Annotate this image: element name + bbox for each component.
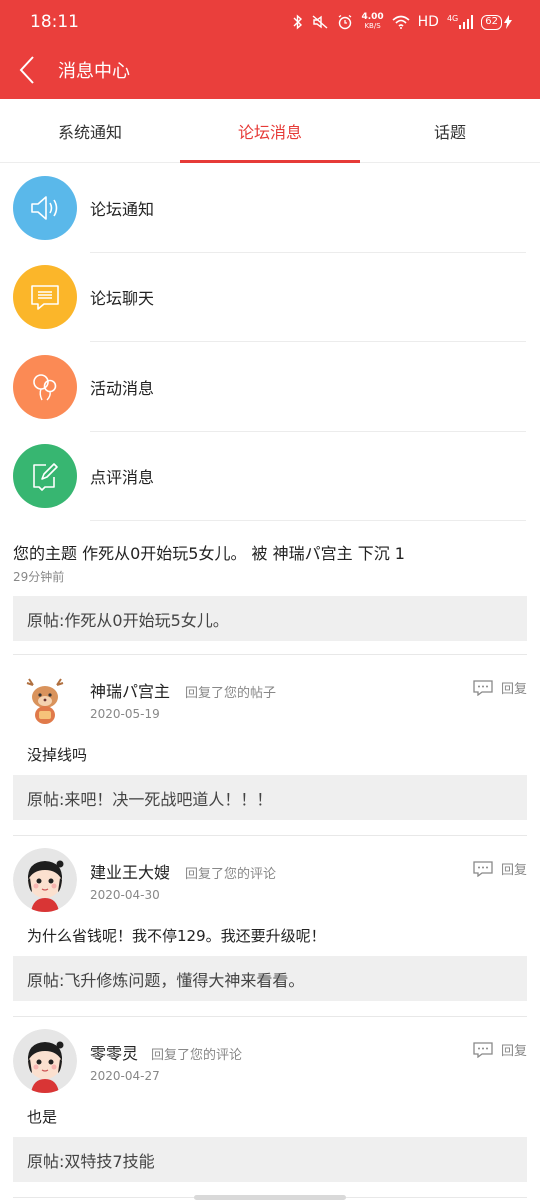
comment-date: 2020-04-30 bbox=[90, 888, 160, 902]
category-item-forum-notice[interactable]: 论坛通知 bbox=[0, 163, 540, 253]
reply-button[interactable]: 回复 bbox=[473, 1040, 527, 1059]
comment-icon bbox=[473, 1041, 493, 1058]
category-label: 点评消息 bbox=[90, 468, 155, 488]
original-post-box[interactable]: 原帖:飞升修炼问题，懂得大神来看看。 bbox=[13, 956, 527, 1001]
edit-icon bbox=[13, 444, 77, 509]
deer-avatar-icon bbox=[13, 667, 77, 731]
category-label: 论坛通知 bbox=[90, 199, 155, 219]
avatar[interactable] bbox=[13, 667, 77, 731]
comment-action: 回复了您的评论 bbox=[151, 1048, 243, 1063]
comment-author[interactable]: 零零灵 bbox=[90, 1040, 138, 1064]
category-list: 论坛通知 论坛聊天 活动消息 点评消息 bbox=[0, 163, 540, 521]
top-bar: 18:11 4.00 KB/S HD 4G 62 消息中心 bbox=[0, 0, 540, 99]
tab-system-notice[interactable]: 系统通知 bbox=[0, 99, 180, 163]
status-bar: 18:11 4.00 KB/S HD 4G 62 bbox=[0, 0, 540, 44]
tab-bar: 系统通知 论坛消息 话题 bbox=[0, 99, 540, 163]
comment-author[interactable]: 神瑞パ宫主 bbox=[90, 678, 170, 702]
original-post-box[interactable]: 原帖:作死从0开始玩5女儿。 bbox=[13, 596, 527, 641]
comment-date: 2020-05-19 bbox=[90, 707, 160, 721]
original-post-box[interactable]: 原帖:来吧！决一死战吧道人！！！ bbox=[13, 775, 527, 820]
reply-button[interactable]: 回复 bbox=[473, 678, 527, 697]
original-post-box[interactable]: 原帖:双特技7技能 bbox=[13, 1137, 527, 1182]
list-item[interactable]: 建业王大嫂 回复了您的评论 2020-04-30 回复 为什么省钱呢！我不停12… bbox=[0, 836, 540, 1016]
tab-topics[interactable]: 话题 bbox=[360, 99, 540, 163]
category-label: 活动消息 bbox=[90, 378, 155, 398]
mute-icon bbox=[311, 14, 329, 30]
reply-label: 回复 bbox=[500, 863, 527, 878]
comment-icon bbox=[473, 860, 493, 877]
comment-author[interactable]: 建业王大嫂 bbox=[90, 859, 170, 883]
chat-icon bbox=[13, 265, 77, 330]
category-label: 论坛聊天 bbox=[90, 289, 155, 309]
comment-body: 也是 bbox=[27, 1108, 58, 1126]
charging-icon bbox=[504, 15, 512, 29]
avatar[interactable] bbox=[13, 848, 77, 912]
notice-text: 您的主题 作死从0开始玩5女儿。 被 神瑞パ宫主 下沉 1 bbox=[13, 544, 405, 563]
category-item-activity[interactable]: 活动消息 bbox=[0, 342, 540, 432]
list-item[interactable]: 零零灵 回复了您的评论 2020-04-27 回复 也是 原帖:双特技7技能 bbox=[0, 1017, 540, 1197]
comment-action: 回复了您的评论 bbox=[185, 867, 277, 882]
status-time: 18:11 bbox=[30, 12, 79, 32]
girl-avatar-icon bbox=[13, 1029, 77, 1093]
page-title: 消息中心 bbox=[58, 61, 130, 82]
back-button[interactable] bbox=[12, 52, 42, 88]
net-speed: 4.00 KB/S bbox=[361, 12, 384, 31]
tab-forum-messages[interactable]: 论坛消息 bbox=[180, 99, 360, 163]
signal-icon: 4G bbox=[447, 15, 474, 29]
girl-avatar-icon bbox=[13, 848, 77, 912]
comment-icon bbox=[473, 679, 493, 696]
back-arrow-icon bbox=[19, 56, 34, 84]
comment-date: 2020-04-27 bbox=[90, 1069, 160, 1083]
list-item[interactable]: 神瑞パ宫主 回复了您的帖子 2020-05-19 回复 没掉线吗 原帖:来吧！决… bbox=[0, 655, 540, 835]
bluetooth-icon bbox=[293, 14, 303, 30]
speaker-icon bbox=[13, 175, 77, 240]
notice-item[interactable]: 您的主题 作死从0开始玩5女儿。 被 神瑞パ宫主 下沉 1 29分钟前 原帖:作… bbox=[0, 520, 540, 654]
status-icons: 4.00 KB/S HD 4G 62 bbox=[293, 12, 512, 32]
reply-label: 回复 bbox=[500, 1044, 527, 1059]
comment-body: 为什么省钱呢！我不停129。我还要升级呢！ bbox=[27, 927, 326, 945]
reply-label: 回复 bbox=[500, 682, 527, 697]
battery-indicator: 62 bbox=[481, 14, 512, 30]
comment-body: 没掉线吗 bbox=[27, 746, 88, 764]
avatar[interactable] bbox=[13, 1029, 77, 1093]
home-indicator[interactable] bbox=[194, 1195, 346, 1200]
hd-indicator: HD bbox=[417, 14, 439, 30]
app-header: 消息中心 bbox=[0, 44, 540, 99]
balloon-icon bbox=[13, 354, 77, 419]
comment-action: 回复了您的帖子 bbox=[185, 686, 277, 701]
category-item-forum-chat[interactable]: 论坛聊天 bbox=[0, 253, 540, 342]
alarm-icon bbox=[337, 14, 353, 30]
wifi-icon bbox=[392, 15, 410, 29]
notice-time: 29分钟前 bbox=[13, 570, 65, 584]
reply-button[interactable]: 回复 bbox=[473, 859, 527, 878]
category-item-review[interactable]: 点评消息 bbox=[0, 432, 540, 521]
